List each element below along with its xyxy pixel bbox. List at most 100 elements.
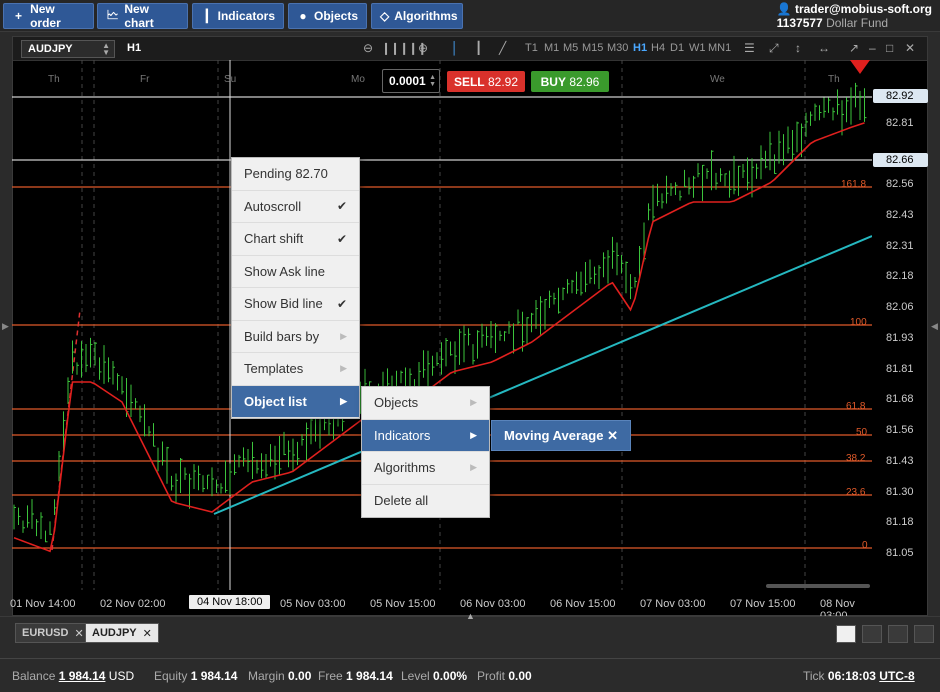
time-tick: 02 Nov 02:00 <box>100 598 166 610</box>
submenu-item-algorithms[interactable]: Algorithms ▶ <box>362 452 489 485</box>
tf-t1[interactable]: T1 <box>525 42 538 54</box>
chart-settings-icon[interactable]: ☰ <box>744 41 755 55</box>
grid-layout-icon[interactable] <box>862 625 882 643</box>
tf-h4[interactable]: H4 <box>651 42 665 54</box>
submenu-arrow-icon: ▶ <box>470 462 477 473</box>
vertical-scale-icon[interactable]: ↕ <box>795 41 801 55</box>
new-order-button[interactable]: + New order <box>3 2 94 30</box>
buy-button[interactable]: BUY 82.96 <box>531 71 609 92</box>
algorithms-button[interactable]: ◇ Algorithms <box>371 3 463 29</box>
bar-type-icon[interactable]: │ <box>451 41 459 55</box>
price-tick: 81.18 <box>886 516 914 528</box>
ask-price-label: 82.92 <box>873 89 928 103</box>
tf-m30[interactable]: M30 <box>607 42 628 54</box>
zoom-in-icon[interactable]: ⊕ <box>418 41 428 55</box>
check-icon: ✔ <box>336 231 347 246</box>
time-axis: 01 Nov 14:00 02 Nov 02:00 04 Nov 18:00 0… <box>10 592 872 622</box>
time-tick: 07 Nov 15:00 <box>730 598 796 610</box>
tick-time: Tick 06:18:03 UTC-8 <box>803 669 915 683</box>
indicator-moving-average-item[interactable]: Moving Average ✕ <box>491 420 631 451</box>
new-chart-button[interactable]: 🗠 New chart <box>97 2 188 30</box>
minimize-icon[interactable]: – <box>869 41 876 55</box>
line-type-icon[interactable]: ╱ <box>499 41 506 55</box>
fib-label: 50 <box>856 427 868 438</box>
status-bar: Balance 1 984.14 USD Equity 1 984.14 Mar… <box>0 658 940 692</box>
tf-m1[interactable]: M1 <box>544 42 559 54</box>
pending-price-label: 82.66 <box>873 153 928 167</box>
price-tick: 82.31 <box>886 240 914 252</box>
submenu-item-indicators[interactable]: Indicators ▶ <box>362 419 489 452</box>
popout-icon[interactable]: ↗ <box>849 41 859 55</box>
menu-item-pending[interactable]: Pending 82.70 <box>232 158 359 191</box>
lot-size-input[interactable]: 0.0001 ▲ ▼ <box>382 69 440 93</box>
time-tick: 06 Nov 15:00 <box>550 598 616 610</box>
tf-w1[interactable]: W1 <box>689 42 706 54</box>
margin: Margin 0.00 <box>248 669 312 683</box>
fib-label: 100 <box>850 317 867 328</box>
submenu-item-objects[interactable]: Objects ▶ <box>362 387 489 420</box>
close-icon[interactable]: ✕ <box>905 41 915 55</box>
time-tick: 05 Nov 03:00 <box>280 598 346 610</box>
chart-icon: 🗠 <box>106 7 119 22</box>
chart-header: AUDJPY ▲ ▼ H1 ⊖ ❙❙❙❙❙ ⊕ │ ┃ ╱ T1 M1 M5 M1… <box>13 37 927 61</box>
spinner-arrows-icon: ▲ ▼ <box>102 41 110 57</box>
expand-right-icon: ◀ <box>931 321 938 331</box>
chart-shift-marker[interactable] <box>850 60 870 74</box>
sell-button[interactable]: SELL 82.92 <box>447 71 525 92</box>
day-label: Fr <box>140 74 150 85</box>
tab-eurusd[interactable]: EURUSD ✕ <box>15 623 91 643</box>
menu-item-autoscroll[interactable]: Autoscroll ✔ <box>232 191 359 223</box>
candle-type-icon[interactable]: ┃ <box>475 41 482 55</box>
price-tick: 81.30 <box>886 486 914 498</box>
account-info[interactable]: 👤 trader@mobius-soft.org 1137577 Dollar … <box>777 2 932 30</box>
horizontal-scale-icon[interactable]: ↔ <box>818 41 830 55</box>
left-panel-toggle[interactable]: ▶ <box>0 36 12 616</box>
objects-button[interactable]: ● Objects <box>288 3 367 29</box>
rows-layout-icon[interactable] <box>914 625 934 643</box>
spinner-arrows-icon: ▲ ▼ <box>429 74 436 88</box>
zoom-out-icon[interactable]: ⊖ <box>363 41 373 55</box>
single-layout-icon[interactable] <box>836 625 856 643</box>
plus-icon: + <box>15 9 23 23</box>
tf-m15[interactable]: M15 <box>582 42 603 54</box>
day-label: Su <box>224 74 237 85</box>
menu-item-build-bars-by[interactable]: Build bars by ▶ <box>232 321 359 353</box>
submenu-item-delete-all[interactable]: Delete all <box>362 485 489 518</box>
price-tick: 81.56 <box>886 424 914 436</box>
symbol-select[interactable]: AUDJPY ▲ ▼ <box>21 40 115 58</box>
indicators-button[interactable]: ┃ Indicators <box>192 3 284 29</box>
time-tick: 06 Nov 03:00 <box>460 598 526 610</box>
submenu-arrow-icon: ▶ <box>340 395 347 406</box>
chart-scrollbar[interactable] <box>766 584 870 588</box>
close-tab-icon[interactable]: ✕ <box>74 627 83 640</box>
right-panel-toggle[interactable]: ◀ <box>928 36 940 616</box>
tab-audjpy[interactable]: AUDJPY ✕ <box>85 623 159 643</box>
free-margin: Free 1 984.14 <box>318 669 393 683</box>
user-icon: 👤 <box>776 2 792 16</box>
diagonal-resize-icon[interactable]: ⤢ <box>769 41 779 56</box>
close-tab-icon[interactable]: ✕ <box>143 627 152 640</box>
menu-item-object-list[interactable]: Object list ▶ <box>232 385 359 418</box>
remove-icon[interactable]: ✕ <box>607 428 618 444</box>
margin-level: Level 0.00% <box>401 669 468 683</box>
maximize-icon[interactable]: □ <box>886 41 893 55</box>
price-tick: 82.18 <box>886 270 914 282</box>
menu-item-templates[interactable]: Templates ▶ <box>232 353 359 386</box>
tf-mn1[interactable]: MN1 <box>708 42 731 54</box>
tf-h1[interactable]: H1 <box>633 42 647 54</box>
day-label: We <box>710 74 725 85</box>
tf-m5[interactable]: M5 <box>563 42 578 54</box>
menu-item-show-ask-line[interactable]: Show Ask line <box>232 256 359 288</box>
menu-item-chart-shift[interactable]: Chart shift ✔ <box>232 223 359 256</box>
check-icon: ✔ <box>336 296 347 311</box>
fib-label: 38.2 <box>846 453 866 464</box>
submenu-arrow-icon: ▶ <box>470 429 477 440</box>
collapse-up-icon[interactable]: ▲ <box>466 611 475 621</box>
chart-tabs-bar: ▲ EURUSD ✕ AUDJPY ✕ <box>0 611 940 658</box>
fib-label: 23.6 <box>846 487 866 498</box>
menu-item-show-bid-line[interactable]: Show Bid line ✔ <box>232 288 359 321</box>
columns-layout-icon[interactable] <box>888 625 908 643</box>
price-tick: 81.81 <box>886 363 914 375</box>
tf-d1[interactable]: D1 <box>670 42 684 54</box>
price-tick: 82.56 <box>886 178 914 190</box>
